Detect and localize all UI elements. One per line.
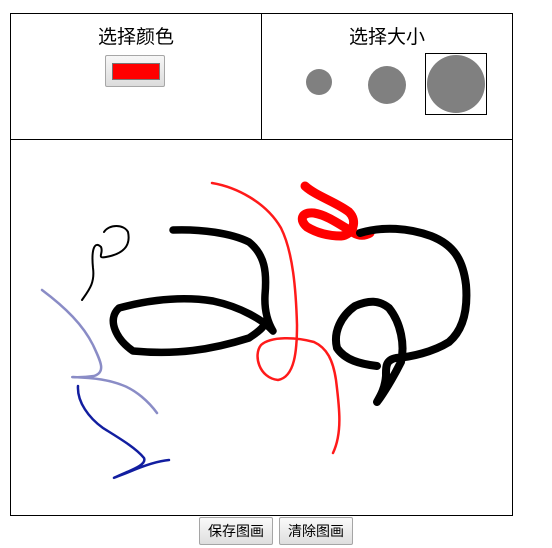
color-panel: 选择颜色 [11, 14, 261, 139]
stroke-black-right [332, 224, 471, 406]
save-drawing-button[interactable]: 保存图画 [199, 517, 273, 545]
stroke-red-thick [297, 181, 375, 241]
size-panel-title: 选择大小 [348, 26, 425, 48]
color-picker-button[interactable] [105, 55, 165, 87]
drawing-canvas[interactable] [10, 140, 513, 516]
stroke-black-thin [81, 225, 130, 301]
selected-color-swatch [112, 63, 160, 80]
brush-size-small[interactable] [306, 69, 332, 95]
size-panel: 选择大小 [261, 14, 512, 139]
brush-size-medium[interactable] [368, 66, 406, 104]
action-bar: 保存图画 清除图画 [0, 517, 552, 545]
stroke-navy [76, 384, 171, 480]
stroke-red-thin [210, 181, 341, 455]
brush-size-large [427, 55, 485, 113]
stroke-black-loop [109, 226, 277, 357]
clear-drawing-button[interactable]: 清除图画 [279, 517, 353, 545]
toolbar: 选择颜色 选择大小 [10, 13, 513, 140]
brush-size-large-selected[interactable] [425, 53, 487, 115]
color-panel-title: 选择颜色 [97, 26, 174, 48]
